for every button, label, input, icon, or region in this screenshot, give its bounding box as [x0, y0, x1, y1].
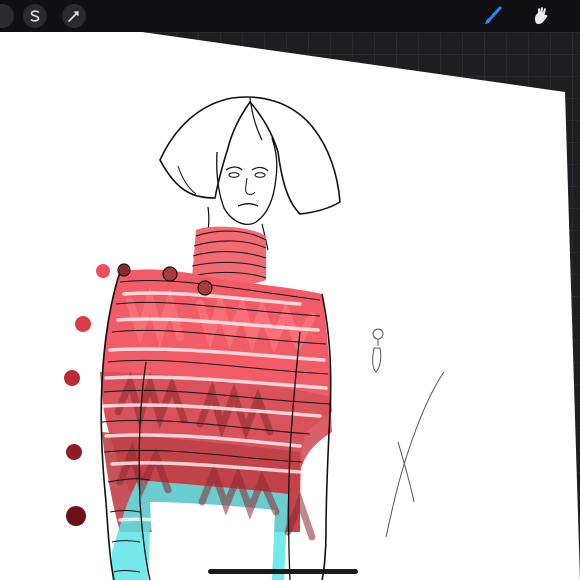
canvas-area[interactable] — [0, 32, 580, 580]
palette-swatch-1[interactable] — [96, 264, 110, 278]
smudge-button[interactable] — [528, 3, 554, 29]
selection-icon — [30, 10, 40, 22]
transform-icon — [68, 11, 79, 22]
brush-button[interactable] — [480, 3, 506, 29]
selection-button[interactable] — [23, 4, 47, 28]
top-toolbar — [0, 0, 580, 32]
brush-icon — [485, 6, 502, 24]
palette-swatch-4[interactable] — [66, 444, 82, 460]
smudge-icon — [534, 7, 548, 25]
drawing-canvas[interactable] — [0, 32, 580, 580]
palette-swatch-5[interactable] — [66, 506, 86, 526]
adjustments-button[interactable] — [0, 4, 14, 28]
palette-swatch-2[interactable] — [75, 316, 91, 332]
palette-swatch-3[interactable] — [64, 370, 80, 386]
home-indicator[interactable] — [208, 569, 358, 574]
transform-button[interactable] — [62, 4, 86, 28]
